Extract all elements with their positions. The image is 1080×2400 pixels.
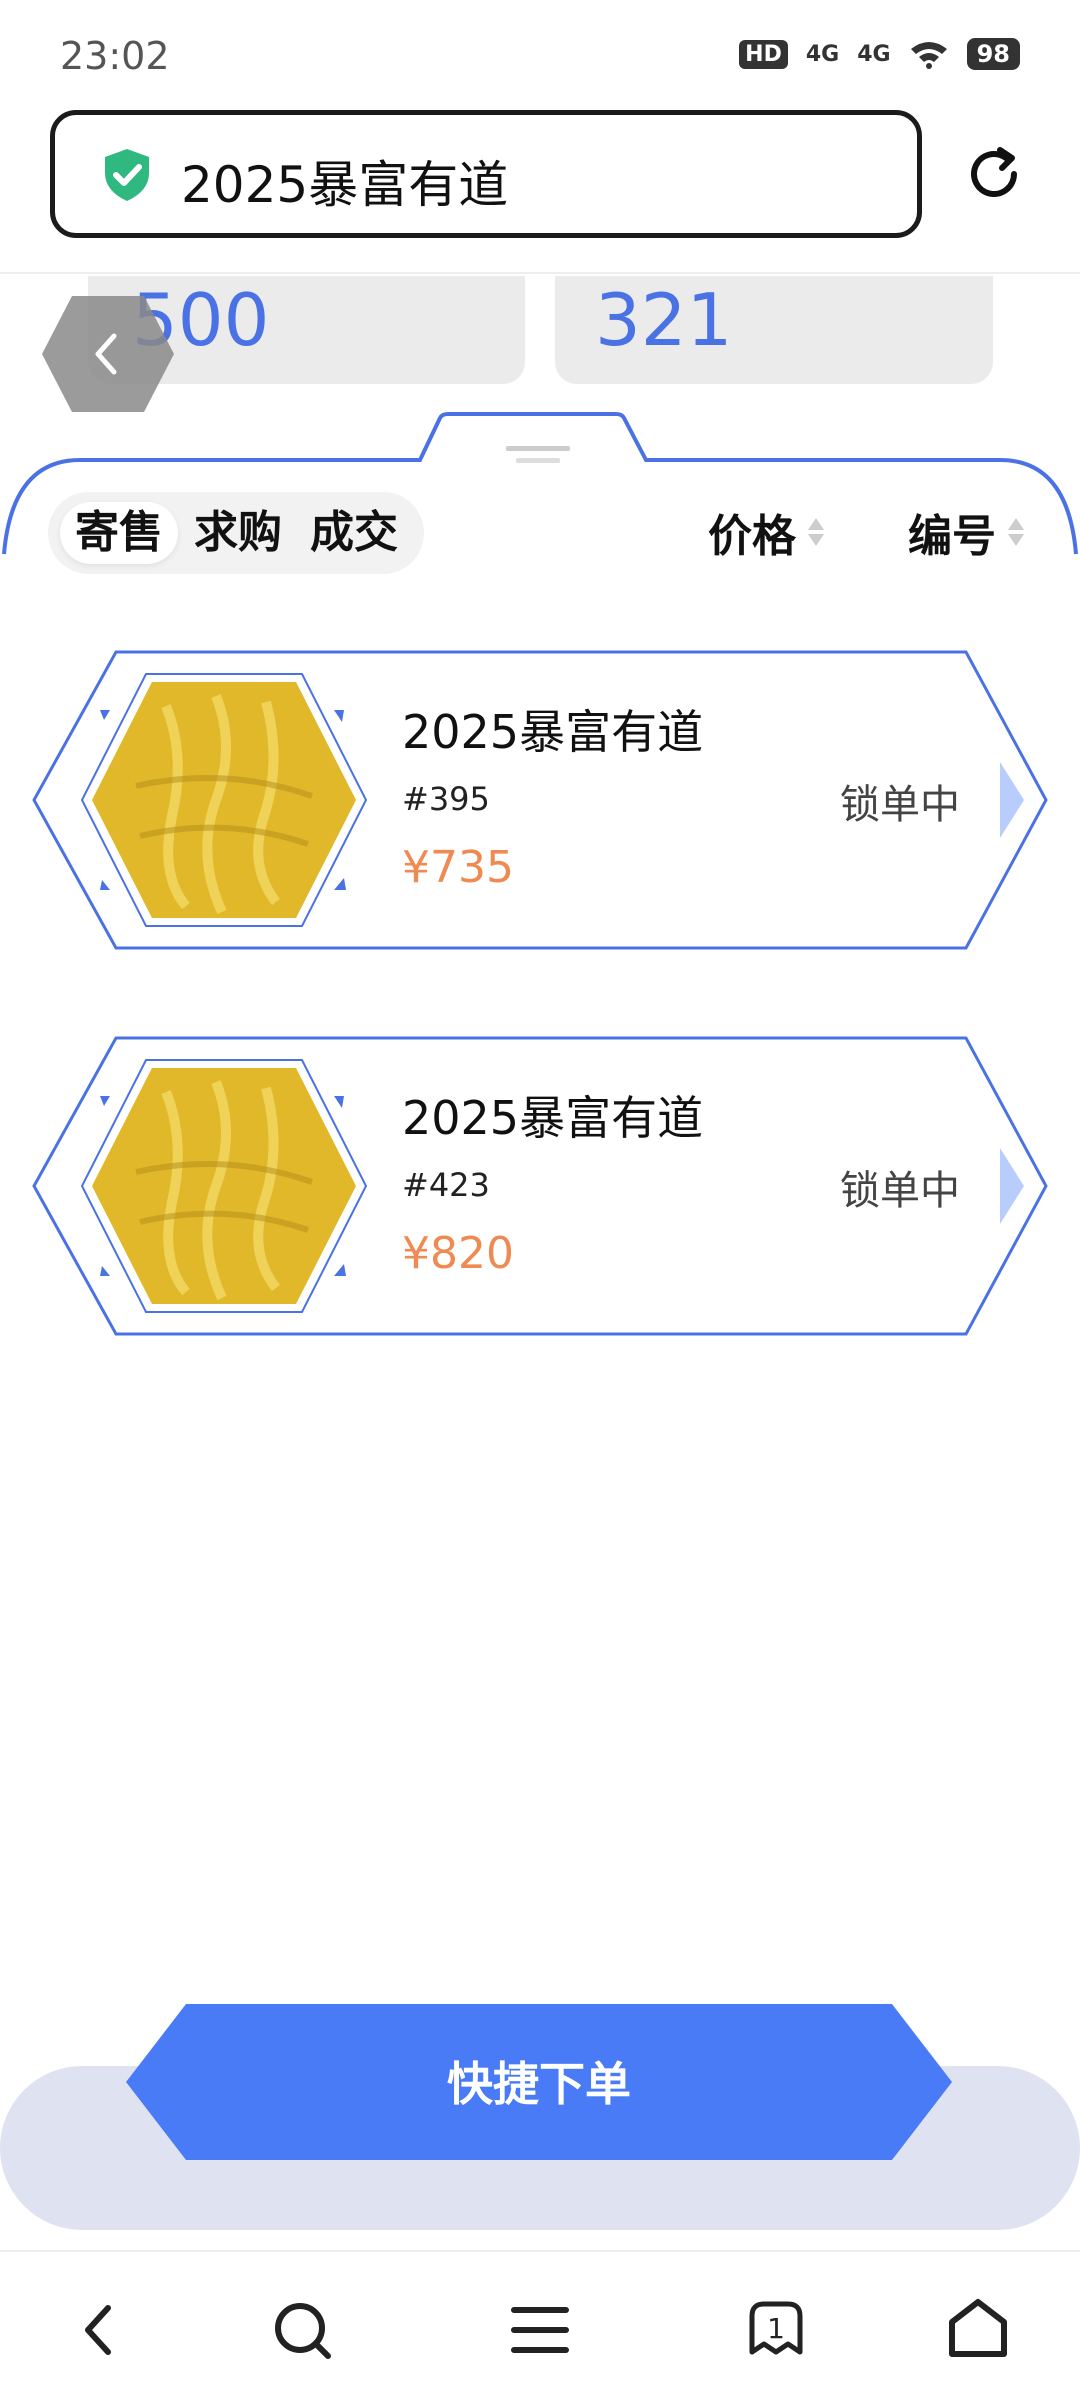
status-bar: 23:02 HD 4G 4G 98 (0, 0, 1080, 110)
status-time: 23:02 (60, 34, 170, 78)
menu-icon[interactable] (500, 2290, 580, 2370)
segment-tabs: 寄售 求购 成交 (48, 492, 424, 574)
listing-title: 2025暴富有道 (402, 1091, 704, 1145)
stat-value: 321 (595, 278, 733, 362)
chevron-right-icon (1000, 1148, 1024, 1224)
address-bar[interactable]: 2025暴富有道 (50, 110, 922, 238)
search-icon[interactable] (262, 2290, 342, 2370)
sort-icon (1008, 518, 1024, 546)
listing-status: 锁单中 (840, 782, 960, 828)
stat-box: 321 (555, 276, 993, 384)
coin-thumbnail (80, 1059, 368, 1313)
sort-price-label: 价格 (708, 511, 796, 562)
tabs-button[interactable]: 1 (736, 2290, 816, 2370)
listing-status: 锁单中 (840, 1168, 960, 1214)
tab-consign[interactable]: 寄售 (60, 502, 178, 564)
nav-divider (0, 2250, 1080, 2252)
listing-number: #423 (402, 1166, 490, 1204)
home-icon[interactable] (938, 2290, 1018, 2370)
listing-title: 2025暴富有道 (402, 705, 704, 759)
hd-icon: HD (739, 39, 788, 69)
nav-back-icon[interactable] (60, 2290, 140, 2370)
tab-buy-request[interactable]: 求购 (188, 502, 288, 564)
listing-number: #395 (402, 780, 490, 818)
sort-number[interactable]: 编号 (908, 500, 1026, 564)
quick-order-label: 快捷下单 (447, 2057, 631, 2111)
tab-deals[interactable]: 成交 (304, 502, 404, 564)
sort-icon (808, 518, 824, 546)
refresh-icon[interactable] (962, 142, 1026, 206)
listing-price: ¥820 (402, 1228, 514, 1279)
signal-icon: 4G (805, 41, 840, 67)
listing-card[interactable]: 2025暴富有道 #423 ¥820 锁单中 (30, 1036, 1050, 1336)
header-divider (0, 272, 1080, 274)
sort-price[interactable]: 价格 (708, 500, 826, 564)
listing-card[interactable]: 2025暴富有道 #395 ¥735 锁单中 (30, 650, 1050, 950)
tab-count: 1 (767, 2312, 785, 2345)
coin-thumbnail (80, 673, 368, 927)
sort-number-label: 编号 (908, 511, 996, 562)
chevron-right-icon (1000, 762, 1024, 838)
shield-check-icon (105, 149, 149, 201)
address-title: 2025暴富有道 (181, 156, 509, 214)
signal-icon: 4G (857, 41, 891, 67)
battery-icon: 98 (966, 38, 1020, 70)
listing-price: ¥735 (402, 842, 514, 893)
back-icon[interactable] (40, 294, 176, 414)
status-icons: HD 4G 4G 98 (739, 38, 1020, 70)
wifi-icon (910, 42, 947, 69)
